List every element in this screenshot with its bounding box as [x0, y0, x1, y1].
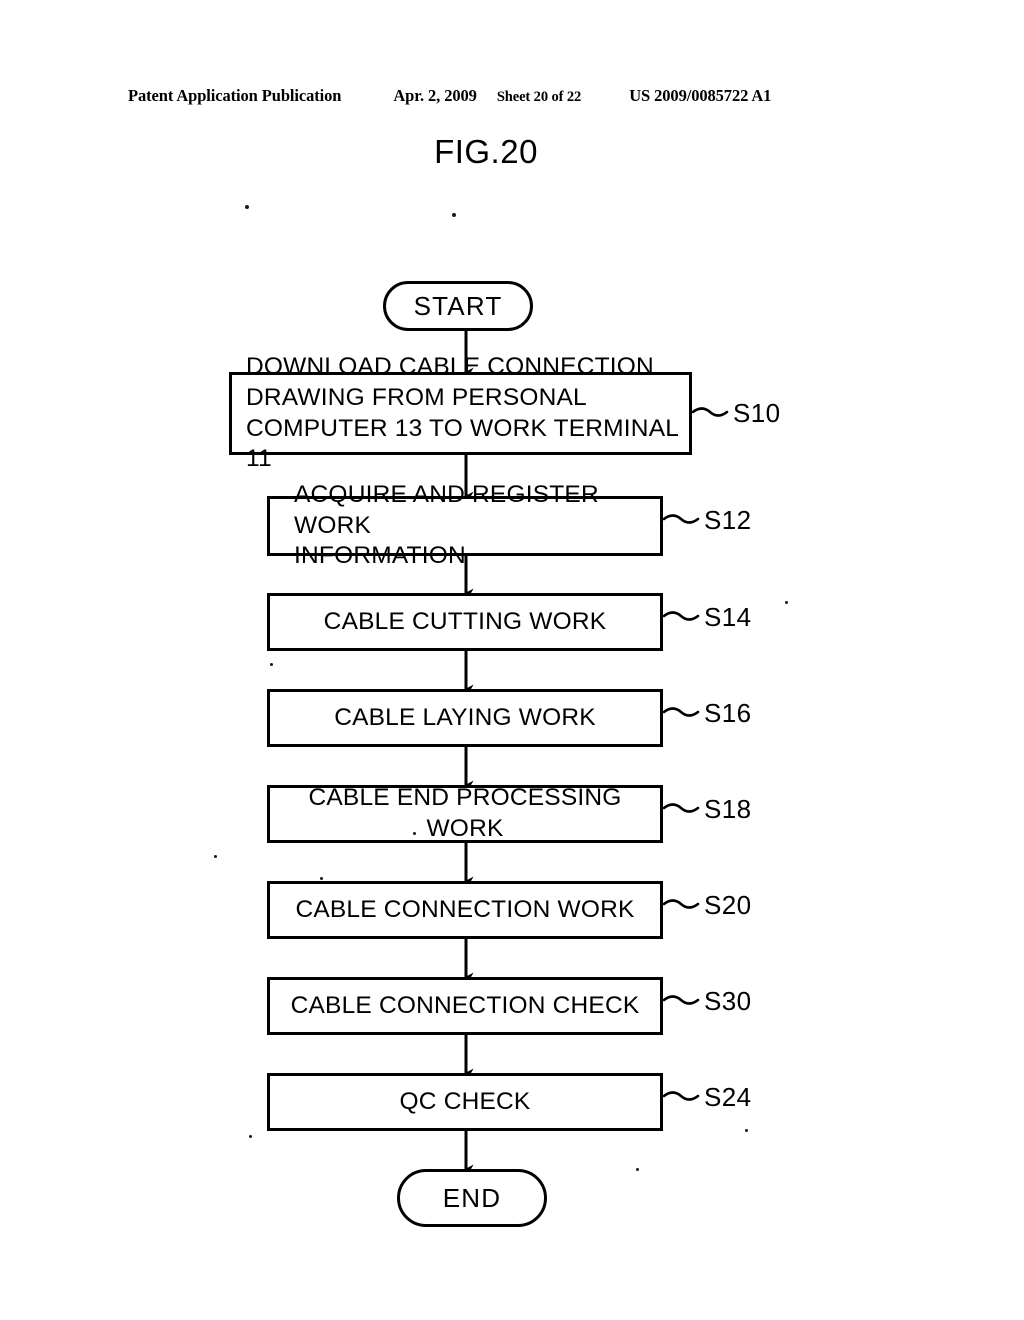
flow-step-ref-2: S12	[704, 505, 752, 535]
scan-speck	[214, 855, 217, 858]
flow-node-step-8: QC CHECK	[267, 1073, 663, 1131]
flow-node-step-6: CABLE CONNECTION WORK	[267, 881, 663, 939]
flow-step-ref-7: S30	[704, 986, 752, 1016]
flowchart: START DOWNLOAD CABLE CONNECTION DRAWING …	[0, 0, 1024, 1320]
scan-speck	[249, 1135, 252, 1138]
flow-node-step-3-text: CABLE CUTTING WORK	[323, 607, 607, 635]
flow-node-step-5-text: CABLE END PROCESSING WORK	[308, 784, 622, 842]
flow-step-ref-3: S14	[704, 602, 752, 632]
flow-node-step-2: ACQUIRE AND REGISTER WORK INFORMATION	[267, 481, 663, 569]
flow-node-step-7: CABLE CONNECTION CHECK	[267, 977, 663, 1035]
flow-node-start-label: START	[413, 290, 503, 321]
flow-node-step-3: CABLE CUTTING WORK	[267, 593, 663, 651]
flow-step-ref-6: S20	[704, 890, 752, 920]
flow-step-ref-4: S16	[704, 698, 752, 728]
scan-speck	[452, 213, 456, 217]
flow-node-start: START	[383, 281, 533, 331]
flow-node-step-4-text: CABLE LAYING WORK	[334, 703, 596, 731]
flow-step-ref-5: S18	[704, 794, 752, 824]
flow-node-end: END	[397, 1169, 547, 1227]
scan-speck	[270, 663, 273, 666]
scan-speck	[745, 1129, 748, 1132]
flow-node-end-label: END	[442, 1182, 502, 1213]
flow-step-ref-1: S10	[733, 398, 781, 428]
scan-speck	[636, 1168, 639, 1171]
flow-node-step-8-text: QC CHECK	[399, 1087, 531, 1115]
flow-step-ref-8: S24	[704, 1082, 752, 1112]
scan-speck	[245, 205, 249, 209]
flow-node-step-6-text: CABLE CONNECTION WORK	[295, 895, 635, 923]
flow-node-step-1-text: DOWNLOAD CABLE CONNECTION DRAWING FROM P…	[246, 352, 679, 473]
flow-node-step-1: DOWNLOAD CABLE CONNECTION DRAWING FROM P…	[229, 353, 692, 472]
flow-node-step-5: CABLE END PROCESSING WORK	[267, 784, 663, 843]
flow-node-step-2-text: ACQUIRE AND REGISTER WORK INFORMATION	[294, 480, 599, 570]
scan-speck	[320, 877, 323, 880]
flow-node-step-7-text: CABLE CONNECTION CHECK	[290, 991, 640, 1019]
scan-speck	[785, 601, 788, 604]
flow-node-step-4: CABLE LAYING WORK	[267, 689, 663, 747]
scan-speck	[413, 832, 416, 835]
